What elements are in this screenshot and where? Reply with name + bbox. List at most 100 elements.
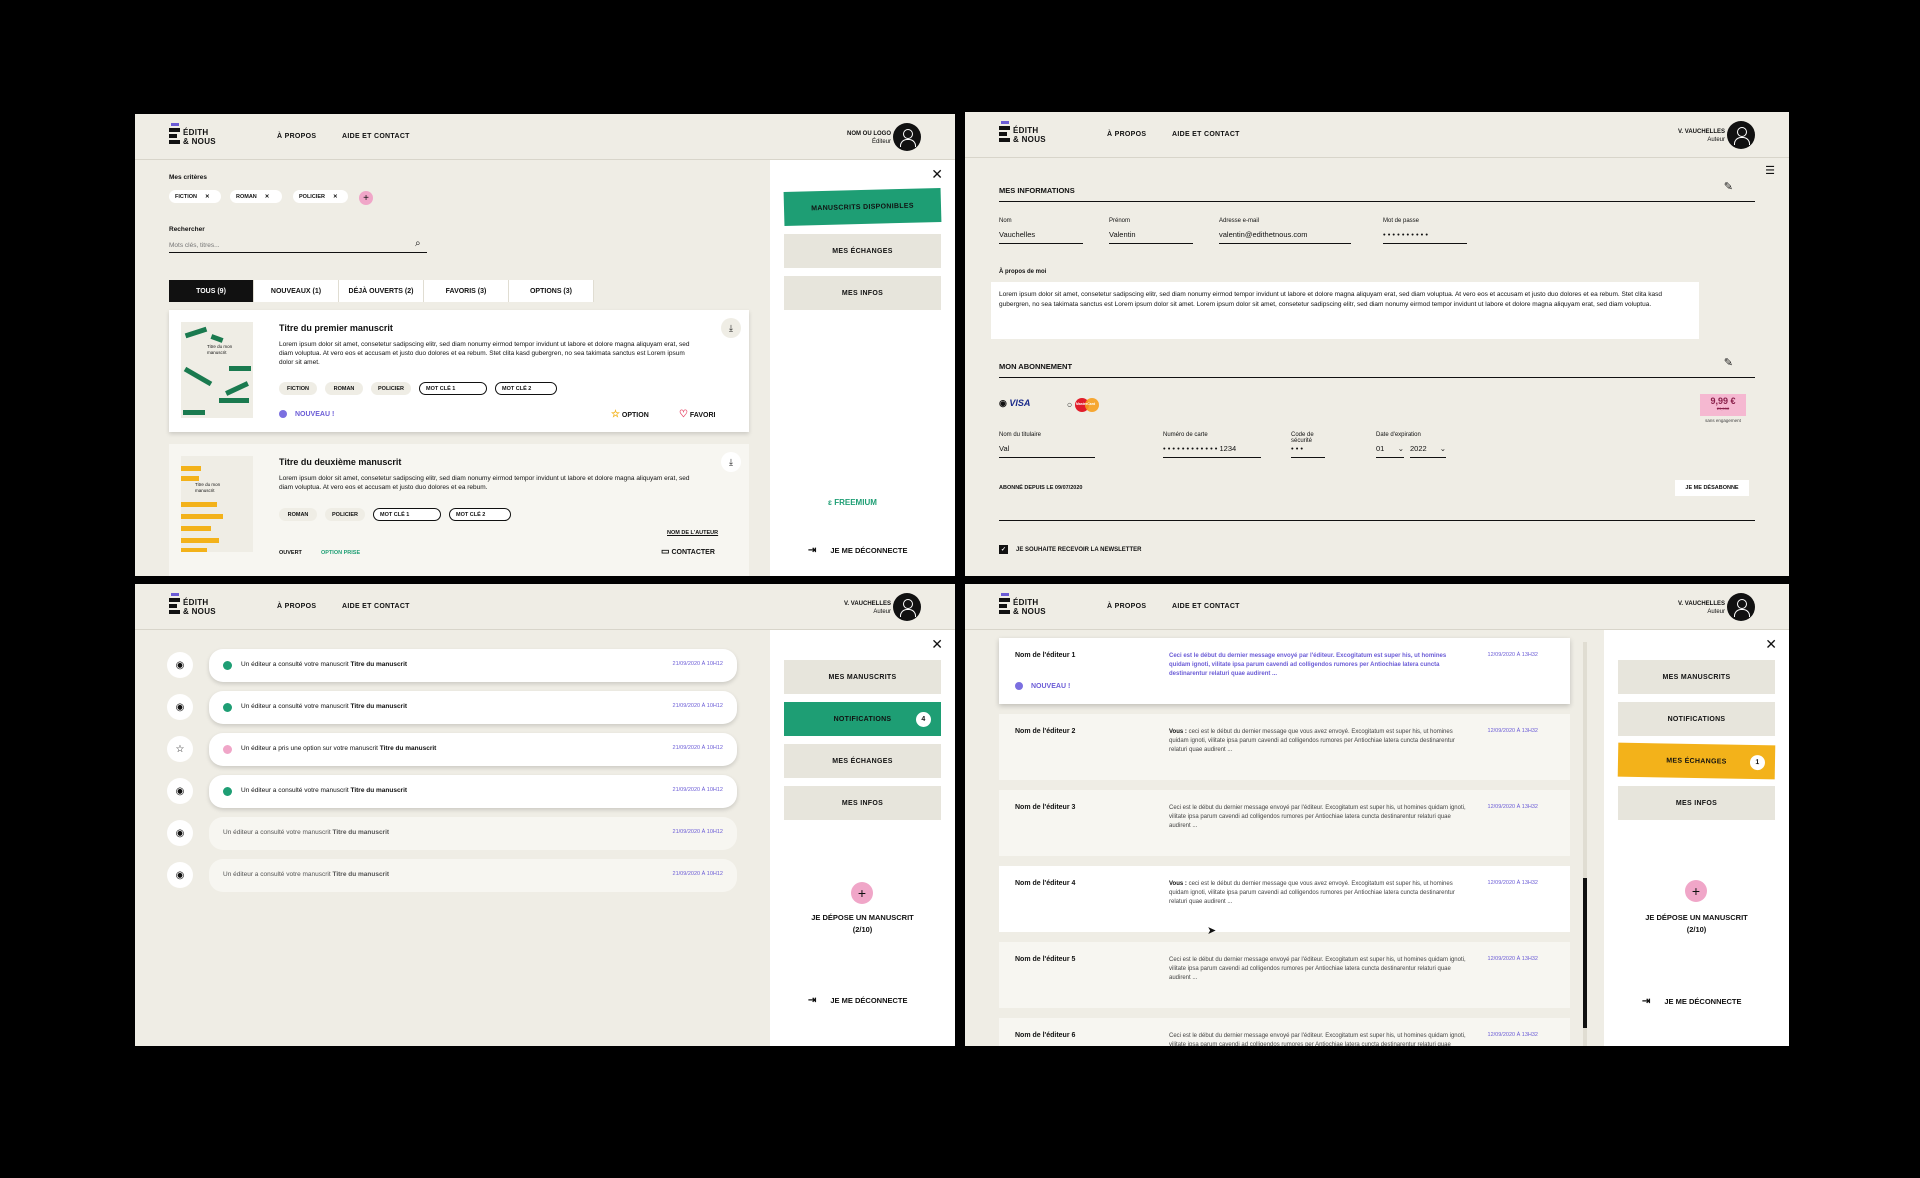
avatar-icon[interactable] bbox=[1727, 593, 1755, 621]
nav-help[interactable]: AIDE ET CONTACT bbox=[342, 133, 410, 140]
menu-mes-infos[interactable]: MES INFOS bbox=[1618, 786, 1775, 820]
nav-help[interactable]: AIDE ET CONTACT bbox=[1172, 603, 1240, 610]
logout-button[interactable]: ⇥ JE ME DÉCONNECTE bbox=[808, 545, 908, 556]
field-value[interactable]: Vauchelles bbox=[999, 230, 1083, 244]
logo[interactable]: ÉDITH & NOUS bbox=[169, 123, 229, 150]
close-icon[interactable]: ✕ bbox=[931, 166, 943, 183]
criteria-chip[interactable]: FICTION ✕ bbox=[169, 190, 221, 203]
close-icon[interactable]: ✕ bbox=[1765, 636, 1777, 653]
manuscript-title[interactable]: Titre du premier manuscrit bbox=[279, 323, 393, 333]
add-criteria-button[interactable]: + bbox=[359, 191, 373, 205]
menu-mes-manuscrits[interactable]: MES MANUSCRITS bbox=[1618, 660, 1775, 694]
visa-radio[interactable]: ◉ VISA bbox=[999, 398, 1030, 409]
download-icon[interactable]: ⤓ bbox=[721, 452, 741, 472]
contact-button[interactable]: ▭ CONTACTER bbox=[661, 546, 715, 557]
tab-nouveaux[interactable]: NOUVEAUX (1) bbox=[254, 280, 339, 302]
nav-help[interactable]: AIDE ET CONTACT bbox=[1172, 131, 1240, 138]
nav-about[interactable]: À PROPOS bbox=[277, 603, 316, 610]
favorite-button[interactable]: ♡ FAVORI bbox=[679, 409, 715, 420]
search-icon[interactable]: ⌕ bbox=[415, 238, 421, 249]
nav-help[interactable]: AIDE ET CONTACT bbox=[342, 603, 410, 610]
field-email[interactable]: Adresse e-mail valentin@edithetnous.com bbox=[1219, 218, 1351, 244]
depose-manuscrit[interactable]: JE DÉPOSE UN MANUSCRIT (2/10) bbox=[1604, 912, 1789, 936]
menu-notifications[interactable]: NOTIFICATIONS bbox=[1618, 702, 1775, 736]
avatar-icon[interactable] bbox=[893, 123, 921, 151]
notification-item[interactable]: Un éditeur a consulté votre manuscrit Ti… bbox=[209, 649, 737, 682]
hamburger-icon[interactable]: ☰ bbox=[1765, 164, 1775, 177]
remove-icon[interactable]: ✕ bbox=[265, 194, 270, 200]
cover-title: Titre du mon manuscrit bbox=[195, 482, 221, 493]
avatar-icon[interactable] bbox=[1727, 121, 1755, 149]
genre-tag: ROMAN bbox=[325, 382, 363, 395]
download-icon[interactable]: ⤓ bbox=[721, 318, 741, 338]
field-value[interactable]: • • • • • • • • • • bbox=[1383, 230, 1467, 244]
notification-item[interactable]: Un éditeur a consulté votre manuscrit Ti… bbox=[209, 775, 737, 808]
notification-item[interactable]: Un éditeur a consulté votre manuscrit Ti… bbox=[209, 691, 737, 724]
conversation-item[interactable]: Nom de l'éditeur 2 Vous : ceci est le déb… bbox=[999, 714, 1570, 780]
logout-button[interactable]: ⇥ JE ME DÉCONNECTE bbox=[808, 995, 908, 1006]
remove-icon[interactable]: ✕ bbox=[333, 194, 338, 200]
menu-mes-echanges[interactable]: MES ÉCHANGES bbox=[784, 744, 941, 778]
search-input[interactable] bbox=[169, 238, 427, 253]
close-icon[interactable]: ✕ bbox=[931, 636, 943, 653]
about-textarea[interactable]: Lorem ipsum dolor sit amet, consetetur s… bbox=[991, 282, 1699, 339]
scrollbar-thumb[interactable] bbox=[1583, 878, 1587, 1028]
edit-icon[interactable]: ✎ bbox=[1724, 356, 1733, 369]
nav-about[interactable]: À PROPOS bbox=[1107, 131, 1146, 138]
conversation-item[interactable]: Nom de l'éditeur 1 Ceci est le début du d… bbox=[999, 638, 1570, 704]
field-prenom[interactable]: Prénom Valentin bbox=[1109, 218, 1193, 244]
conversation-item[interactable]: Nom de l'éditeur 5 Ceci est le début du d… bbox=[999, 942, 1570, 1008]
criteria-chip[interactable]: POLICIER ✕ bbox=[293, 190, 348, 203]
depose-manuscrit[interactable]: JE DÉPOSE UN MANUSCRIT (2/10) bbox=[770, 912, 955, 936]
menu-mes-infos[interactable]: MES INFOS bbox=[784, 786, 941, 820]
author-link[interactable]: NOM DE L'AUTEUR bbox=[667, 530, 718, 536]
menu-mes-manuscrits[interactable]: MES MANUSCRITS bbox=[784, 660, 941, 694]
unsubscribe-button[interactable]: JE ME DÉSABONNE bbox=[1675, 480, 1749, 496]
newsletter-checkbox[interactable]: ✓ JE SOUHAITE RECEVOIR LA NEWSLETTER bbox=[999, 545, 1141, 554]
conversation-item[interactable]: Nom de l'éditeur 6 Ceci est le début du d… bbox=[999, 1018, 1570, 1046]
tab-options[interactable]: OPTIONS (3) bbox=[509, 280, 594, 302]
field-value[interactable]: Valentin bbox=[1109, 230, 1193, 244]
notification-item[interactable]: Un éditeur a consulté votre manuscrit Ti… bbox=[209, 817, 737, 850]
remove-icon[interactable]: ✕ bbox=[205, 194, 210, 200]
add-manuscript-button[interactable]: + bbox=[851, 882, 873, 904]
conversation-item[interactable]: Nom de l'éditeur 4 Vous : ceci est le déb… bbox=[999, 866, 1570, 932]
logo[interactable]: ÉDITH & NOUS bbox=[169, 593, 229, 620]
tab-favoris[interactable]: FAVORIS (3) bbox=[424, 280, 509, 302]
field-value[interactable]: • • • • • • • • • • • • 1234 bbox=[1163, 444, 1261, 458]
menu-mes-echanges[interactable]: MES ÉCHANGES bbox=[784, 234, 941, 268]
field-security-code[interactable]: Code de sécurité • • • bbox=[1291, 432, 1325, 458]
logout-button[interactable]: ⇥ JE ME DÉCONNECTE bbox=[1642, 996, 1742, 1007]
logo[interactable]: ÉDITH & NOUS bbox=[999, 593, 1059, 620]
manuscript-title[interactable]: Titre du deuxième manuscrit bbox=[279, 457, 401, 467]
edit-icon[interactable]: ✎ bbox=[1724, 180, 1733, 193]
field-nom[interactable]: Nom Vauchelles bbox=[999, 218, 1083, 244]
manuscript-summary: Lorem ipsum dolor sit amet, consetetur s… bbox=[279, 341, 690, 366]
criteria-chip[interactable]: ROMAN ✕ bbox=[230, 190, 282, 203]
field-password[interactable]: Mot de passe • • • • • • • • • • bbox=[1383, 218, 1467, 244]
mastercard-radio[interactable]: ○ MasterCard bbox=[1067, 398, 1103, 412]
add-manuscript-button[interactable]: + bbox=[1685, 880, 1707, 902]
field-value[interactable]: Val bbox=[999, 444, 1095, 458]
conversation-item[interactable]: Nom de l'éditeur 3 Ceci est le début du d… bbox=[999, 790, 1570, 856]
tab-deja-ouverts[interactable]: DÉJÀ OUVERTS (2) bbox=[339, 280, 424, 302]
notification-item[interactable]: Un éditeur a pris une option sur votre m… bbox=[209, 733, 737, 766]
menu-mes-infos[interactable]: MES INFOS bbox=[784, 276, 941, 310]
field-value[interactable]: valentin@edithetnous.com bbox=[1219, 230, 1351, 244]
manuscript-card[interactable]: Titre du mon manuscrit Titre du premier … bbox=[169, 310, 749, 432]
menu-manuscrits-disponibles[interactable]: MANUSCRITS DISPONIBLES bbox=[783, 187, 942, 227]
manuscript-card[interactable]: Titre du mon manuscrit Titre du deuxième… bbox=[169, 444, 749, 576]
menu-notifications[interactable]: NOTIFICATIONS 4 bbox=[784, 702, 941, 736]
menu-mes-echanges[interactable]: MES ÉCHANGES 1 bbox=[1617, 742, 1776, 780]
nav-about[interactable]: À PROPOS bbox=[1107, 603, 1146, 610]
avatar-icon[interactable] bbox=[893, 593, 921, 621]
logo[interactable]: ÉDITH & NOUS bbox=[999, 121, 1059, 148]
field-card-number[interactable]: Numéro de carte • • • • • • • • • • • • 1… bbox=[1163, 432, 1261, 458]
notification-item[interactable]: Un éditeur a consulté votre manuscrit Ti… bbox=[209, 859, 737, 892]
field-value[interactable]: • • • bbox=[1291, 444, 1325, 458]
nav-about[interactable]: À PROPOS bbox=[277, 133, 316, 140]
tab-tous[interactable]: TOUS (9) bbox=[169, 280, 254, 302]
option-button[interactable]: ☆ OPTION bbox=[611, 409, 649, 420]
select-value: 01 bbox=[1376, 444, 1385, 453]
field-cardholder[interactable]: Nom du titulaire Val bbox=[999, 432, 1095, 458]
